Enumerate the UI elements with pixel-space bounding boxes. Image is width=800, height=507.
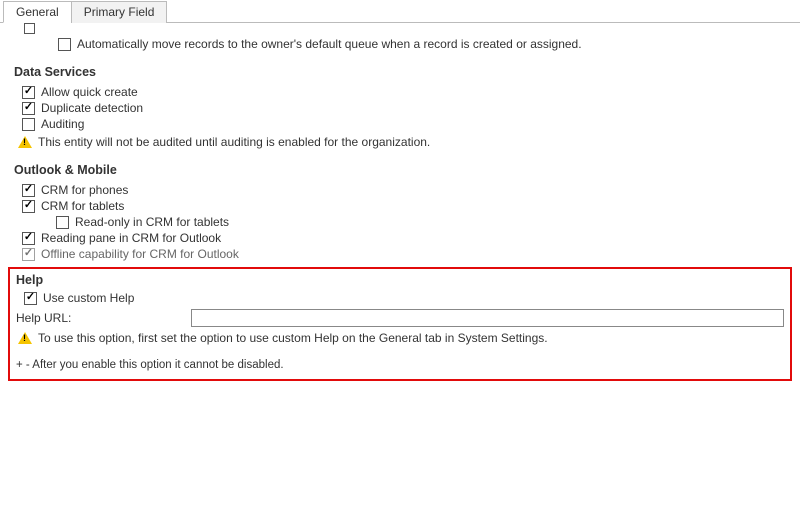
use-custom-help-label: Use custom Help [43, 291, 134, 305]
use-custom-help-checkbox[interactable] [24, 292, 37, 305]
readonly-tablets-row: Read-only in CRM for tablets [56, 215, 792, 229]
truncated-queues-row: Queues [26, 21, 792, 35]
auto-move-row: Automatically move records to the owner'… [58, 37, 792, 51]
auditing-warning-row: This entity will not be audited until au… [18, 135, 792, 149]
tablets-checkbox[interactable] [22, 200, 35, 213]
phones-label: CRM for phones [41, 183, 128, 197]
use-custom-help-row: Use custom Help [24, 291, 784, 305]
auditing-warning-text: This entity will not be audited until au… [38, 135, 430, 149]
help-url-input[interactable] [191, 309, 784, 327]
tablets-row: CRM for tablets [22, 199, 792, 213]
duplicate-label: Duplicate detection [41, 101, 143, 115]
quick-create-label: Allow quick create [41, 85, 138, 99]
help-section: Help Use custom Help Help URL: To use th… [8, 267, 792, 381]
help-url-row: Help URL: [16, 309, 784, 327]
offline-checkbox[interactable] [22, 248, 35, 261]
help-url-label: Help URL: [16, 311, 191, 325]
reading-pane-label: Reading pane in CRM for Outlook [41, 231, 221, 245]
help-title: Help [16, 273, 784, 287]
auto-move-checkbox[interactable] [58, 38, 71, 51]
duplicate-row: Duplicate detection [22, 101, 792, 115]
help-warning-row: To use this option, first set the option… [18, 331, 784, 345]
tablets-label: CRM for tablets [41, 199, 124, 213]
tab-general[interactable]: General [3, 1, 72, 23]
readonly-tablets-label: Read-only in CRM for tablets [75, 215, 229, 229]
tab-bar: General Primary Field [0, 0, 800, 23]
warning-icon [18, 136, 32, 148]
warning-icon [18, 332, 32, 344]
outlook-title: Outlook & Mobile [14, 163, 792, 177]
auditing-label: Auditing [41, 117, 84, 131]
readonly-tablets-checkbox[interactable] [56, 216, 69, 229]
quick-create-checkbox[interactable] [22, 86, 35, 99]
duplicate-checkbox[interactable] [22, 102, 35, 115]
tab-primary-field[interactable]: Primary Field [71, 1, 168, 23]
offline-row: Offline capability for CRM for Outlook [22, 247, 792, 261]
reading-pane-row: Reading pane in CRM for Outlook [22, 231, 792, 245]
help-warning-text: To use this option, first set the option… [38, 331, 548, 345]
quick-create-row: Allow quick create [22, 85, 792, 99]
help-footnote: + - After you enable this option it cann… [16, 359, 784, 371]
checkbox-placeholder [24, 23, 35, 34]
offline-label: Offline capability for CRM for Outlook [41, 247, 239, 261]
phones-checkbox[interactable] [22, 184, 35, 197]
content: Queues Automatically move records to the… [0, 23, 800, 389]
phones-row: CRM for phones [22, 183, 792, 197]
auditing-checkbox[interactable] [22, 118, 35, 131]
auditing-row: Auditing [22, 117, 792, 131]
auto-move-label: Automatically move records to the owner'… [77, 37, 582, 51]
data-services-title: Data Services [14, 65, 792, 79]
reading-pane-checkbox[interactable] [22, 232, 35, 245]
